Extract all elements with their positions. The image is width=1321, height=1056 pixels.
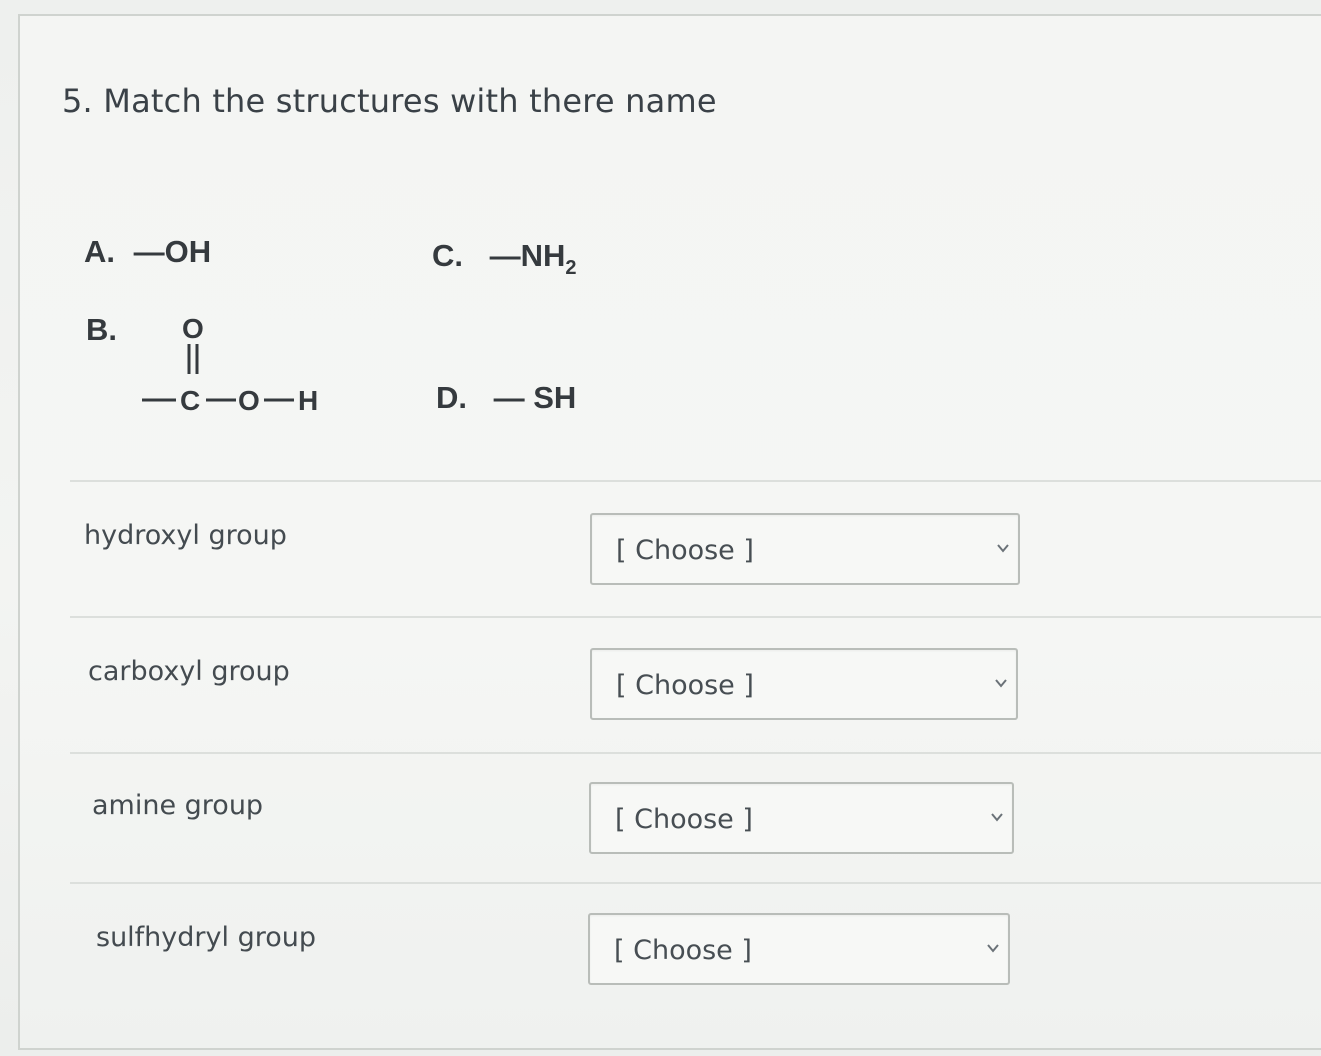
structure-d-letter: D. bbox=[436, 380, 467, 415]
carboxyl-structure-diagram: O C O H bbox=[142, 313, 318, 416]
chevron-down-icon bbox=[987, 944, 999, 953]
match-label-carboxyl: carboxyl group bbox=[88, 656, 290, 687]
chevron-down-icon bbox=[991, 813, 1003, 822]
structure-b-oxygen-top: O bbox=[182, 313, 204, 344]
divider bbox=[70, 480, 1321, 482]
match-label-amine: amine group bbox=[92, 790, 264, 821]
chevron-down-icon bbox=[997, 544, 1009, 553]
select-value: [ Choose ] bbox=[616, 535, 754, 566]
chevron-down-icon bbox=[995, 679, 1007, 688]
structure-d: D. — SH bbox=[436, 380, 576, 416]
hydroxyl-select[interactable]: [ Choose ] bbox=[590, 513, 1020, 585]
structure-b-oxygen: O bbox=[238, 385, 260, 416]
structure-b-carbon: C bbox=[180, 385, 200, 416]
divider bbox=[70, 882, 1321, 884]
match-label-hydroxyl: hydroxyl group bbox=[84, 520, 287, 551]
question-text: 5. Match the structures with there name bbox=[62, 82, 717, 120]
select-value: [ Choose ] bbox=[616, 670, 754, 701]
structure-a: A. —OH bbox=[84, 234, 211, 270]
divider bbox=[70, 616, 1321, 618]
structure-b-hydrogen: H bbox=[298, 385, 318, 416]
select-value: [ Choose ] bbox=[615, 804, 753, 835]
sulfhydryl-select[interactable]: [ Choose ] bbox=[588, 913, 1010, 985]
structure-b-letter: B. bbox=[86, 312, 117, 347]
structure-c-letter: C. bbox=[432, 238, 463, 273]
structure-a-letter: A. bbox=[84, 234, 115, 269]
match-label-sulfhydryl: sulfhydryl group bbox=[96, 922, 316, 953]
carboxyl-select[interactable]: [ Choose ] bbox=[590, 648, 1018, 720]
structure-a-formula: —OH bbox=[133, 234, 212, 269]
screen: 5. Match the structures with there name … bbox=[0, 0, 1321, 1056]
structure-c-subscript: 2 bbox=[565, 257, 577, 279]
structure-c-formula: —NH bbox=[489, 238, 566, 273]
select-value: [ Choose ] bbox=[614, 935, 752, 966]
structure-d-formula: — SH bbox=[493, 380, 577, 415]
structure-c: C. —NH2 bbox=[432, 238, 577, 280]
amine-select[interactable]: [ Choose ] bbox=[589, 782, 1014, 854]
divider bbox=[70, 752, 1321, 754]
